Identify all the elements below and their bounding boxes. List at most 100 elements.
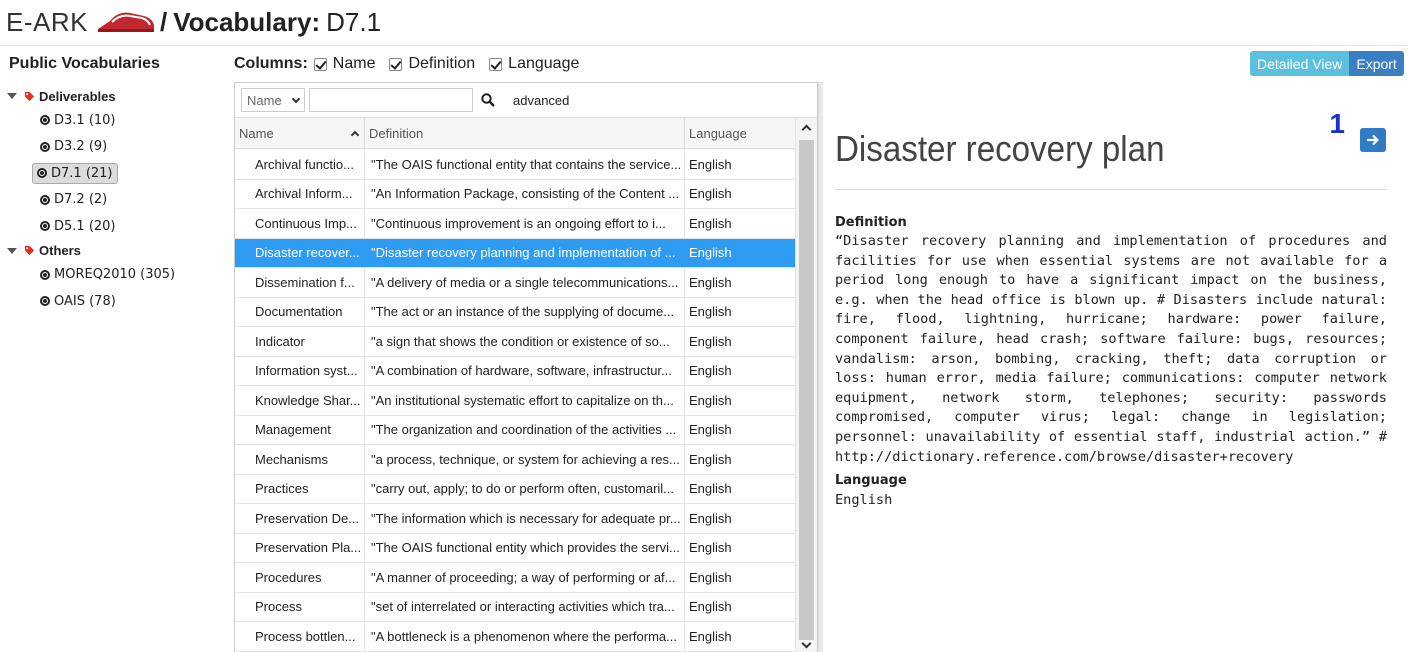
tree-group-deliverables[interactable]: Deliverables [0,85,230,107]
table-row[interactable]: Documentation "The act or an instance of … [235,297,795,327]
view-button-group: Detailed View Export [1250,51,1404,76]
scroll-up-icon[interactable] [801,124,812,135]
next-term-button[interactable] [1360,128,1386,152]
table-row[interactable]: Mechanisms "a process, technique, or syst… [235,445,795,475]
cell-name: Disaster recover... [235,238,365,267]
table-row[interactable]: Process bottlen... "A bottleneck is a phe… [235,622,795,652]
cell-definition: "The OAIS functional entity that contain… [365,150,685,179]
cell-definition: "a process, technique, or system for ach… [365,445,685,474]
table-row[interactable]: Information syst... "A combination of har… [235,356,795,386]
cell-name: Dissemination f... [235,268,365,297]
column-toggle-name[interactable]: Name [313,55,376,73]
panel-splitter[interactable] [818,82,823,652]
tree-item-d7-1[interactable]: D7.1 (21) [0,160,230,187]
table-row[interactable]: Practices "carry out, apply; to do or per… [235,474,795,504]
globe-icon [40,221,50,232]
brand-name: E-ARK [6,6,88,37]
cell-definition: "The organization and coordination of th… [365,415,685,444]
checkbox-checked-icon[interactable] [489,57,503,71]
table-row[interactable]: Archival functio... "The OAIS functional … [235,150,795,180]
columns-label: Columns: [234,55,308,72]
tree-item-d5-1[interactable]: D5.1 (20) [0,213,230,240]
scrollbar-thumb[interactable] [799,140,814,640]
table-row[interactable]: Preservation Pla... "The OAIS functional … [235,533,795,563]
cell-name: Information syst... [235,356,365,385]
cell-language: English [689,628,732,644]
column-header-name[interactable]: Name [235,118,365,148]
sort-ascending-icon [350,130,360,140]
grid-rows: Archival functio... "The OAIS functional … [235,150,795,652]
search-input[interactable] [309,88,473,112]
table-row[interactable]: Knowledge Shar... "An institutional syste… [235,386,795,416]
cell-language: English [689,599,732,615]
cell-language: English [689,540,732,556]
table-row[interactable]: Indicator "a sign that shows the conditio… [235,327,795,357]
cell-language: English [689,569,732,585]
table-row[interactable]: Process "set of interrelated or interacti… [235,592,795,622]
tree-group-others[interactable]: Others [0,240,230,262]
cell-name: Preservation De... [235,504,365,533]
caret-down-icon[interactable] [7,247,17,254]
search-field-select[interactable]: Name [241,88,305,112]
cell-definition: "The act or an instance of the supplying… [365,297,685,326]
column-toggle-definition[interactable]: Definition [389,55,475,73]
breadcrumb-separator: / [159,6,168,37]
term-title: Disaster recovery plan [835,128,1165,169]
cell-name: Practices [235,474,365,503]
tree-item-moreq2010[interactable]: MOREQ2010 (305) [0,262,230,289]
tree-item-label: MOREQ2010 (305) [54,267,176,283]
column-header-definition[interactable]: Definition [365,118,685,148]
cell-name: Management [235,415,365,444]
cell-language: English [689,304,732,320]
cell-language: English [689,156,732,172]
scroll-down-icon[interactable] [801,638,812,649]
table-row[interactable]: Continuous Imp... "Continuous improvement… [235,209,795,239]
globe-icon [37,168,47,179]
tree-item-label: D5.1 (20) [54,218,116,234]
cell-name: Procedures [235,563,365,592]
cell-definition: "set of interrelated or interacting acti… [365,592,685,621]
cell-language: English [689,215,732,231]
tree-item-label: D7.2 (2) [54,192,108,208]
cell-language: English [689,451,732,467]
chevron-down-icon [291,94,301,103]
breadcrumb-current-vocabulary: D7.1 [326,6,382,37]
cell-language: English [689,392,732,408]
tree-item-oais[interactable]: OAIS (78) [0,288,230,315]
tree-item-d3-2[interactable]: D3.2 (9) [0,134,230,161]
cell-name: Mechanisms [235,445,365,474]
table-row[interactable]: Preservation De... "The information which… [235,504,795,534]
cell-name: Preservation Pla... [235,533,365,562]
arrow-right-icon [1367,134,1380,146]
detailed-view-button[interactable]: Detailed View [1250,51,1350,76]
cell-language: English [689,333,732,349]
column-header-language[interactable]: Language [685,118,795,148]
search-icon[interactable] [475,88,501,112]
advanced-search-link[interactable]: advanced [513,93,569,108]
earkflag-logo-icon[interactable] [96,7,156,38]
table-row[interactable]: Disaster recover... "Disaster recovery pl… [235,238,795,268]
tree-item-d7-2[interactable]: D7.2 (2) [0,187,230,214]
cell-language: English [689,186,732,202]
table-row[interactable]: Management "The organization and coordina… [235,415,795,445]
column-toggle-label: Name [332,55,376,72]
table-row[interactable]: Archival Inform... "An Information Packag… [235,179,795,209]
table-row[interactable]: Dissemination f... "A delivery of media o… [235,268,795,298]
cell-definition: "A bottleneck is a phenomenon where the … [365,622,685,651]
globe-icon [40,115,50,126]
search-field-value: Name [247,92,282,108]
grid-scrollbar[interactable] [795,118,817,652]
export-button[interactable]: Export [1349,51,1404,76]
cell-name: Indicator [235,327,365,356]
cell-definition: "carry out, apply; to do or perform ofte… [365,474,685,503]
globe-icon [40,141,50,152]
cell-language: English [689,274,732,290]
table-row[interactable]: Procedures "A manner of proceeding; a way… [235,563,795,593]
tree-item-d3-1[interactable]: D3.1 (10) [0,107,230,134]
cell-definition: "A combination of hardware, software, in… [365,356,685,385]
checkbox-checked-icon[interactable] [389,57,403,71]
column-toggle-language[interactable]: Language [489,55,579,73]
cell-language: English [689,481,732,497]
caret-down-icon[interactable] [7,93,17,99]
checkbox-checked-icon[interactable] [313,57,327,71]
